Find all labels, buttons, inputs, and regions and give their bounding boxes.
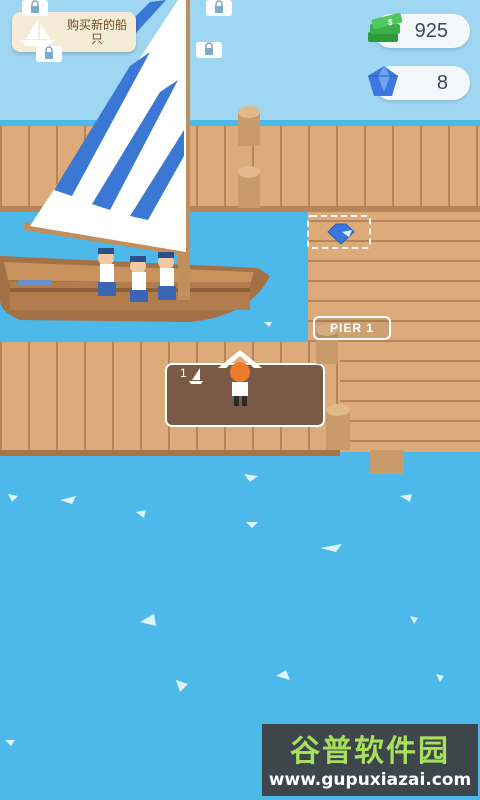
game-scene — [0, 0, 480, 800]
lock-icon — [22, 0, 48, 16]
lock-icon — [196, 42, 222, 58]
pier-label: PIER 1 — [313, 316, 391, 340]
cash-amount: 925 — [414, 19, 448, 42]
lock-icon — [36, 46, 62, 62]
berth-number: 1 — [180, 366, 187, 380]
blue-gem-icon — [368, 66, 398, 96]
watermark-url: www.gupuxiazai.com — [268, 770, 472, 790]
watermark-title: 谷普软件园 — [290, 734, 450, 769]
sailboat-icon — [20, 19, 54, 46]
cash-stack-icon: $ — [368, 12, 403, 42]
lock-icon — [206, 0, 232, 16]
buy-ship-label: 购买新的船只 — [66, 18, 127, 46]
gem-amount: 8 — [436, 71, 448, 94]
buy-ship-button[interactable]: 购买新的船只 — [12, 12, 136, 52]
svg-text:$: $ — [388, 18, 393, 27]
